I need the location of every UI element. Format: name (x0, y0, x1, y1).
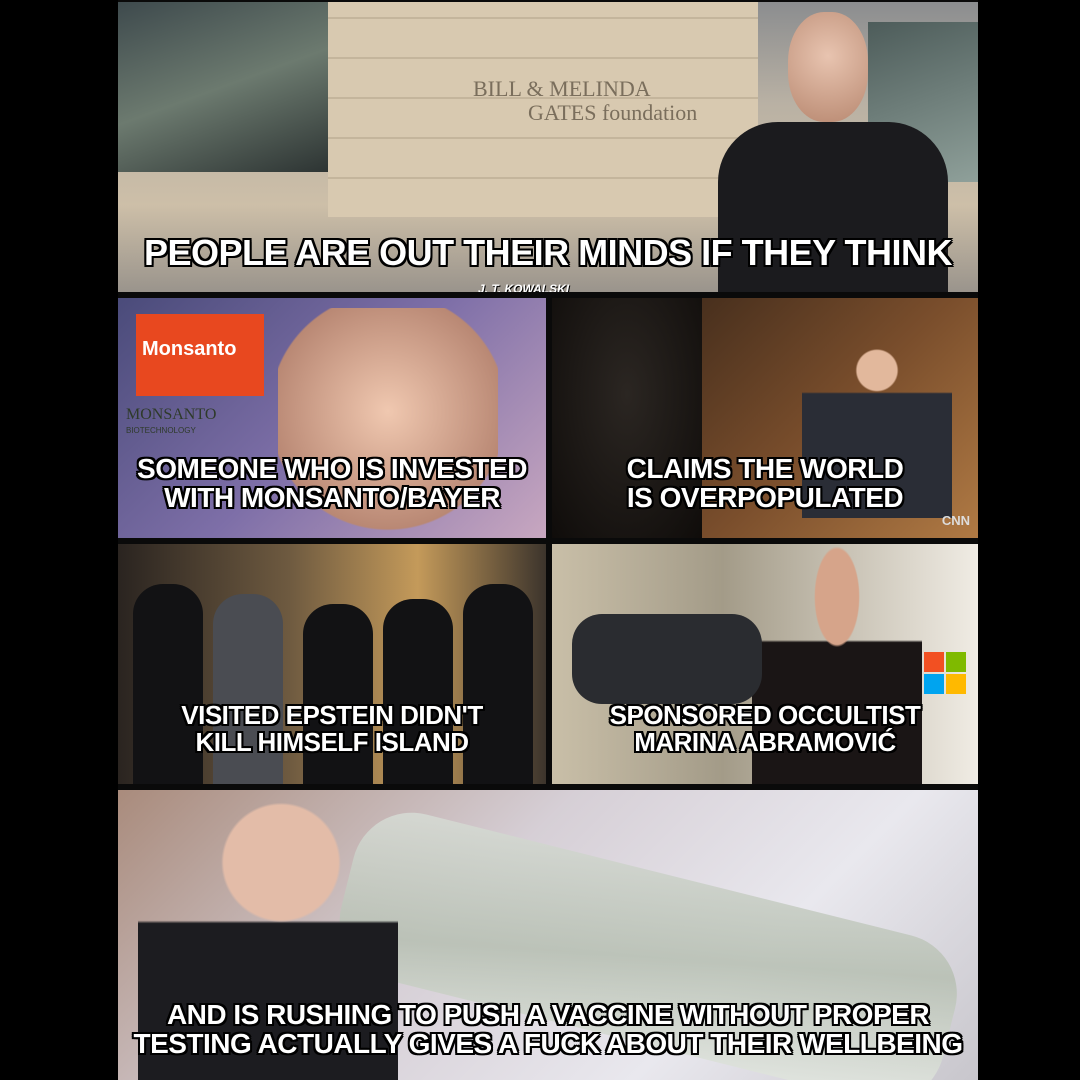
logo-square (946, 652, 966, 672)
building-sign: BILL & MELINDA GATES foundation (473, 76, 698, 126)
logo-square (946, 674, 966, 694)
logo-square (924, 652, 944, 672)
panel2-caption: SOMEONE WHO IS INVESTED WITH MONSANTO/BA… (118, 454, 546, 513)
panel6-caption-line1: AND IS RUSHING TO PUSH A VACCINE WITHOUT… (166, 999, 930, 1030)
panel5-caption-line1: SPONSORED OCCULTIST (609, 700, 921, 730)
panel-interview: CLAIMS THE WORLD IS OVERPOPULATED CNN (552, 298, 978, 538)
comedian-head (788, 12, 868, 122)
panel-monsanto: Monsanto MONSANTO BIOTECHNOLOGY SOMEONE … (118, 298, 546, 538)
panel4-caption-line1: VISITED EPSTEIN DIDN'T (181, 700, 483, 730)
panel3-caption-line2: IS OVERPOPULATED (626, 482, 904, 514)
panel5-caption-line2: MARINA ABRAMOVIĆ (634, 727, 896, 758)
panel-money-roll: AND IS RUSHING TO PUSH A VACCINE WITHOUT… (118, 790, 978, 1080)
panel-vr-headset: SPONSORED OCCULTIST MARINA ABRAMOVIĆ (552, 544, 978, 784)
monsanto-wordmark: MONSANTO (126, 406, 217, 423)
panel6-caption-line2: TESTING ACTUALLY GIVES A FUCK ABOUT THEI… (133, 1028, 963, 1060)
panel4-caption-line2: KILL HIMSELF ISLAND (195, 727, 469, 758)
microsoft-logo-icon (924, 652, 966, 694)
person-figure (303, 604, 373, 784)
credit-text: J. T. KOWALSKI (478, 282, 570, 292)
building-sign-line1: BILL & MELINDA (473, 76, 651, 101)
panel6-caption: AND IS RUSHING TO PUSH A VACCINE WITHOUT… (118, 1000, 978, 1059)
panel1-caption: PEOPLE ARE OUT THEIR MINDS IF THEY THINK (143, 232, 953, 273)
monsanto-logo-text: Monsanto (142, 338, 237, 360)
panel5-caption: SPONSORED OCCULTIST MARINA ABRAMOVIĆ (552, 700, 978, 758)
building-window (118, 2, 328, 172)
panel-foundation-building: BILL & MELINDA GATES foundation PEOPLE A… (118, 2, 978, 292)
panel3-caption-line1: CLAIMS THE WORLD (626, 453, 904, 484)
cnn-watermark: CNN (941, 513, 970, 528)
monsanto-tagline: BIOTECHNOLOGY (126, 426, 196, 435)
logo-square (924, 674, 944, 694)
panel4-caption: VISITED EPSTEIN DIDN'T KILL HIMSELF ISLA… (118, 700, 546, 758)
vr-headset-image (572, 614, 762, 704)
panel2-caption-line1: SOMEONE WHO IS INVESTED (137, 453, 527, 484)
building-sign-line2: GATES foundation (528, 100, 698, 126)
panel3-caption: CLAIMS THE WORLD IS OVERPOPULATED (552, 454, 978, 513)
panel-group-photo: VISITED EPSTEIN DIDN'T KILL HIMSELF ISLA… (118, 544, 546, 784)
panel2-caption-line2: WITH MONSANTO/BAYER (164, 482, 500, 514)
